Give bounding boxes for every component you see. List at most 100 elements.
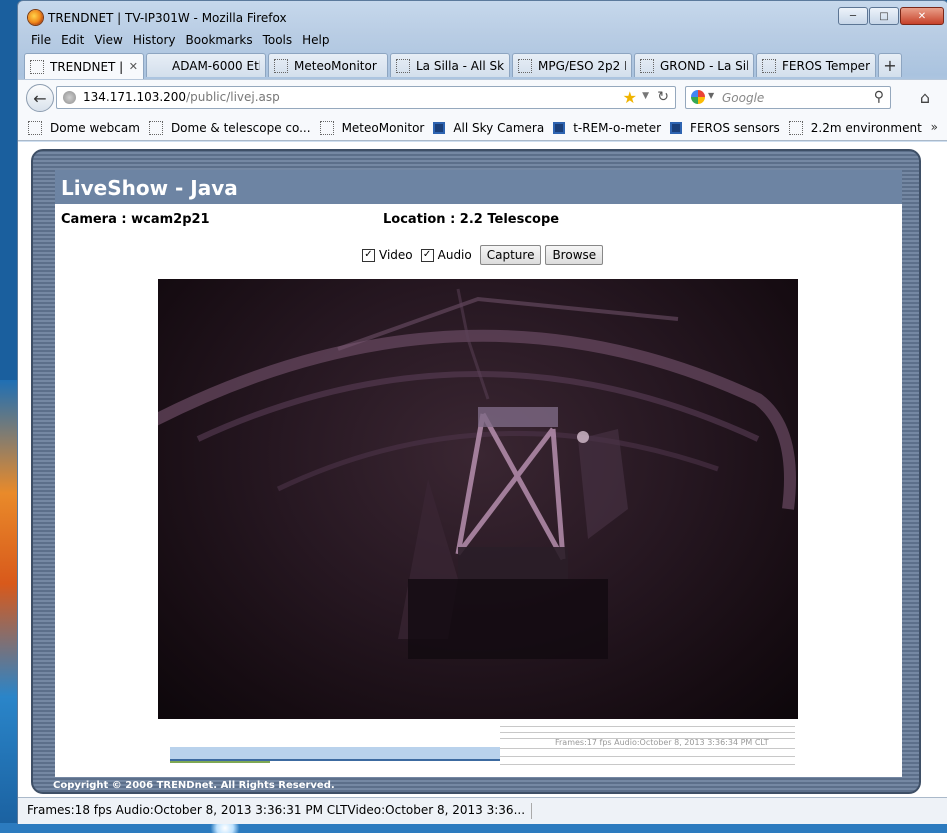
google-icon[interactable] [691, 90, 705, 104]
tab-bar: TRENDNET | ... ✕ ADAM-6000 Eth... MeteoM… [24, 53, 944, 79]
tab-label: La Silla - All Sky ... [416, 58, 504, 73]
maximize-button[interactable]: □ [869, 7, 899, 25]
menu-file[interactable]: File [26, 31, 56, 51]
divider [500, 726, 795, 727]
chevron-down-icon[interactable]: ▼ [708, 91, 714, 100]
menu-history[interactable]: History [128, 31, 181, 51]
page-icon [396, 58, 410, 73]
menu-bookmarks[interactable]: Bookmarks [181, 31, 258, 51]
page-icon [518, 58, 532, 73]
bookmark-dome-webcam[interactable]: Dome webcam [28, 120, 140, 135]
globe-icon [63, 91, 76, 104]
tab-close-icon[interactable]: ✕ [125, 60, 138, 73]
status-text: Frames:18 fps Audio:October 8, 2013 3:36… [27, 803, 533, 819]
menu-help[interactable]: Help [297, 31, 334, 51]
search-placeholder: Google [722, 91, 765, 105]
eso-icon [553, 121, 566, 134]
bookmark-feros-sensors[interactable]: FEROS sensors [670, 121, 780, 135]
tab-feros[interactable]: FEROS Temperat... [756, 53, 876, 77]
back-button[interactable]: ← [26, 84, 54, 112]
menu-tools[interactable]: Tools [258, 31, 298, 51]
page-icon [30, 59, 44, 74]
tab-label: FEROS Temperat... [782, 58, 870, 73]
chevron-down-icon[interactable]: ▼ [642, 91, 649, 101]
chevron-right-double-icon[interactable]: » [931, 120, 938, 134]
audio-checkbox-label: Audio [437, 248, 472, 262]
video-checkbox[interactable]: ✓ [362, 248, 375, 262]
bookmark-label: 2.2m environment [810, 120, 922, 135]
navigation-bar: ← 134.171.103.200/public/livej.asp ★ ▼ ↻… [18, 79, 947, 116]
browse-button[interactable]: Browse [545, 245, 604, 265]
liveshow-frame: LiveShow - Java Camera : wcam2p21 Locati… [31, 149, 921, 794]
level-indicator [170, 761, 270, 763]
bookmark-label: t-REM-o-meter [573, 120, 662, 135]
bookmarks-toolbar: Dome webcam Dome & telescope co... Meteo… [18, 115, 947, 141]
divider [500, 764, 795, 765]
home-icon[interactable]: ⌂ [920, 88, 930, 107]
audio-checkbox[interactable]: ✓ [420, 248, 434, 262]
divider [500, 732, 795, 733]
url-text: 134.171.103.200/public/livej.asp [83, 90, 280, 104]
bookmark-label: Dome & telescope co... [170, 120, 311, 135]
player-status-text: Frames:17 fps Audio:October 8, 2013 3:36… [555, 738, 769, 747]
page-icon [148, 120, 163, 135]
tab-label: TRENDNET | ... [50, 59, 125, 74]
search-icon[interactable]: ⚲ [874, 89, 884, 105]
minimize-button[interactable]: ─ [838, 7, 868, 25]
buffer-bar [170, 747, 500, 759]
start-orb-glow [205, 823, 245, 833]
url-bar[interactable]: 134.171.103.200/public/livej.asp ★ ▼ ↻ [56, 86, 676, 109]
page-icon [28, 120, 42, 135]
reload-icon[interactable]: ↻ [657, 89, 669, 105]
url-host: 134.171.103.200 [83, 90, 187, 104]
page-icon [640, 58, 654, 73]
bookmark-meteomonitor[interactable]: MeteoMonitor [319, 120, 425, 135]
tab-label: ADAM-6000 Eth... [172, 58, 260, 73]
url-path: /public/livej.asp [186, 90, 280, 104]
bookmark-star-icon[interactable]: ★ [623, 88, 637, 107]
window-title: TRENDNET | TV-IP301W - Mozilla Firefox [48, 11, 287, 25]
tab-grond[interactable]: GROND - La Silla... [634, 53, 754, 77]
tab-label: MPG/ESO 2p2 E... [538, 58, 626, 73]
tab-trendnet[interactable]: TRENDNET | ... ✕ [24, 53, 144, 79]
liveshow-panel: LiveShow - Java Camera : wcam2p21 Locati… [55, 170, 902, 777]
bookmark-all-sky-camera[interactable]: All Sky Camera [433, 121, 544, 135]
title-bar: TRENDNET | TV-IP301W - Mozilla Firefox ─… [18, 1, 947, 33]
bookmark-label: Dome webcam [50, 120, 140, 135]
menu-view[interactable]: View [89, 31, 127, 51]
bookmark-2-2m-environment[interactable]: 2.2m environment [788, 120, 922, 135]
window-controls: ─ □ ✕ [837, 7, 944, 25]
video-controls: ✓ Video ✓ Audio Capture Browse [362, 243, 607, 267]
status-bar: Frames:18 fps Audio:October 8, 2013 3:36… [18, 797, 947, 824]
tab-meteomonitor[interactable]: MeteoMonitor [268, 53, 388, 77]
search-bar[interactable]: ▼ Google ⚲ [685, 86, 891, 109]
camera-label: Camera : wcam2p21 [61, 212, 210, 227]
new-tab-button[interactable]: + [878, 53, 902, 77]
divider [500, 756, 795, 757]
telescope-dome-image [158, 288, 796, 659]
video-feed[interactable] [158, 279, 798, 719]
location-label: Location : 2.2 Telescope [383, 212, 560, 227]
bookmark-label: MeteoMonitor [341, 120, 425, 135]
divider [500, 748, 795, 749]
page-icon [788, 120, 803, 135]
capture-button[interactable]: Capture [479, 245, 542, 265]
video-checkbox-label: Video [379, 248, 413, 262]
tab-label: MeteoMonitor [294, 58, 377, 73]
tab-label: GROND - La Silla... [660, 58, 748, 73]
player-status-strip: Frames:17 fps Audio:October 8, 2013 3:36… [500, 726, 795, 770]
tab-allsky[interactable]: La Silla - All Sky ... [390, 53, 510, 77]
close-button[interactable]: ✕ [900, 7, 944, 25]
page-title: LiveShow - Java [61, 176, 238, 200]
tab-adam[interactable]: ADAM-6000 Eth... [146, 53, 266, 77]
menu-edit[interactable]: Edit [56, 31, 89, 51]
tab-mpg[interactable]: MPG/ESO 2p2 E... [512, 53, 632, 77]
bookmark-dome-telescope[interactable]: Dome & telescope co... [148, 120, 311, 135]
bookmark-label: All Sky Camera [453, 120, 545, 135]
menu-bar: File Edit View History Bookmarks Tools H… [26, 31, 335, 51]
page-icon [762, 58, 776, 73]
eso-icon [670, 121, 683, 134]
bookmark-t-rem-o-meter[interactable]: t-REM-o-meter [553, 121, 661, 135]
page-icon [319, 120, 334, 135]
liveshow-header: LiveShow - Java [55, 170, 902, 204]
